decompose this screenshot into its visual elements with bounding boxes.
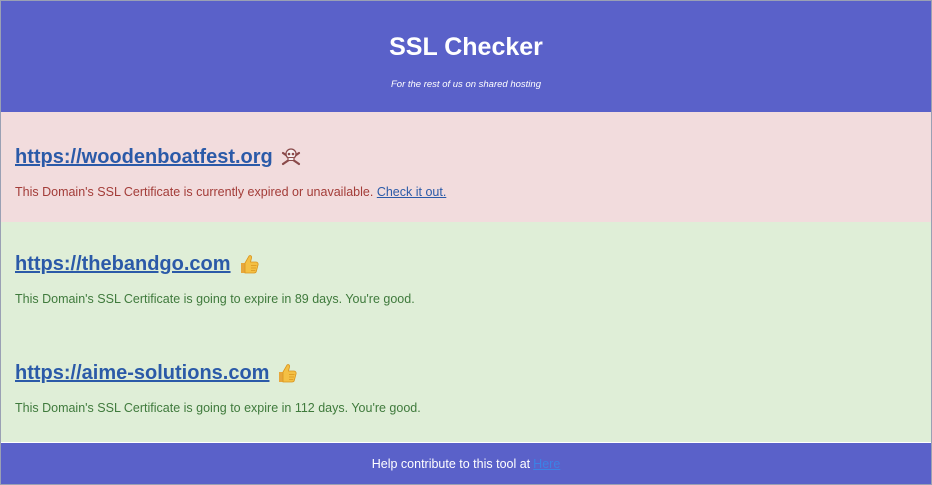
page-title: SSL Checker [389, 33, 543, 61]
ssl-status-message: This Domain's SSL Certificate is going t… [15, 401, 421, 415]
thumbs-up-icon [276, 362, 298, 384]
skull-and-crossbones-icon [280, 146, 302, 168]
page-header: SSL Checker For the rest of us on shared… [1, 1, 931, 112]
valid-sites-group: https://thebandgo.com This Domain's SSL … [1, 222, 931, 442]
site-url-link[interactable]: https://aime-solutions.com [15, 362, 269, 385]
footer-text: Help contribute to this tool at [371, 456, 531, 471]
site-heading: https://aime-solutions.com [15, 360, 917, 386]
site-url-link[interactable]: https://thebandgo.com [15, 253, 231, 276]
ssl-status-message: This Domain's SSL Certificate is going t… [15, 292, 415, 306]
site-heading: https://thebandgo.com [15, 251, 917, 277]
ssl-status-message: This Domain's SSL Certificate is current… [15, 185, 917, 200]
app-window: SSL Checker For the rest of us on shared… [0, 0, 932, 485]
site-card-aime-solutions: https://aime-solutions.com This Domain's… [1, 331, 931, 440]
site-card-thebandgo: https://thebandgo.com This Domain's SSL … [1, 222, 931, 331]
check-it-out-link[interactable]: Check it out. [377, 185, 446, 199]
page-subtitle: For the rest of us on shared hosting [391, 79, 541, 90]
site-heading: https://woodenboatfest.org [15, 144, 917, 170]
site-url-link[interactable]: https://woodenboatfest.org [15, 146, 273, 169]
site-card-woodenboatfest: https://woodenboatfest.org This Domain's… [1, 112, 931, 222]
contribute-here-link[interactable]: Here [533, 457, 560, 471]
ssl-status-text: This Domain's SSL Certificate is current… [15, 185, 374, 199]
thumbs-up-icon [238, 253, 260, 275]
page-footer: Help contribute to this tool at Here [1, 443, 931, 484]
